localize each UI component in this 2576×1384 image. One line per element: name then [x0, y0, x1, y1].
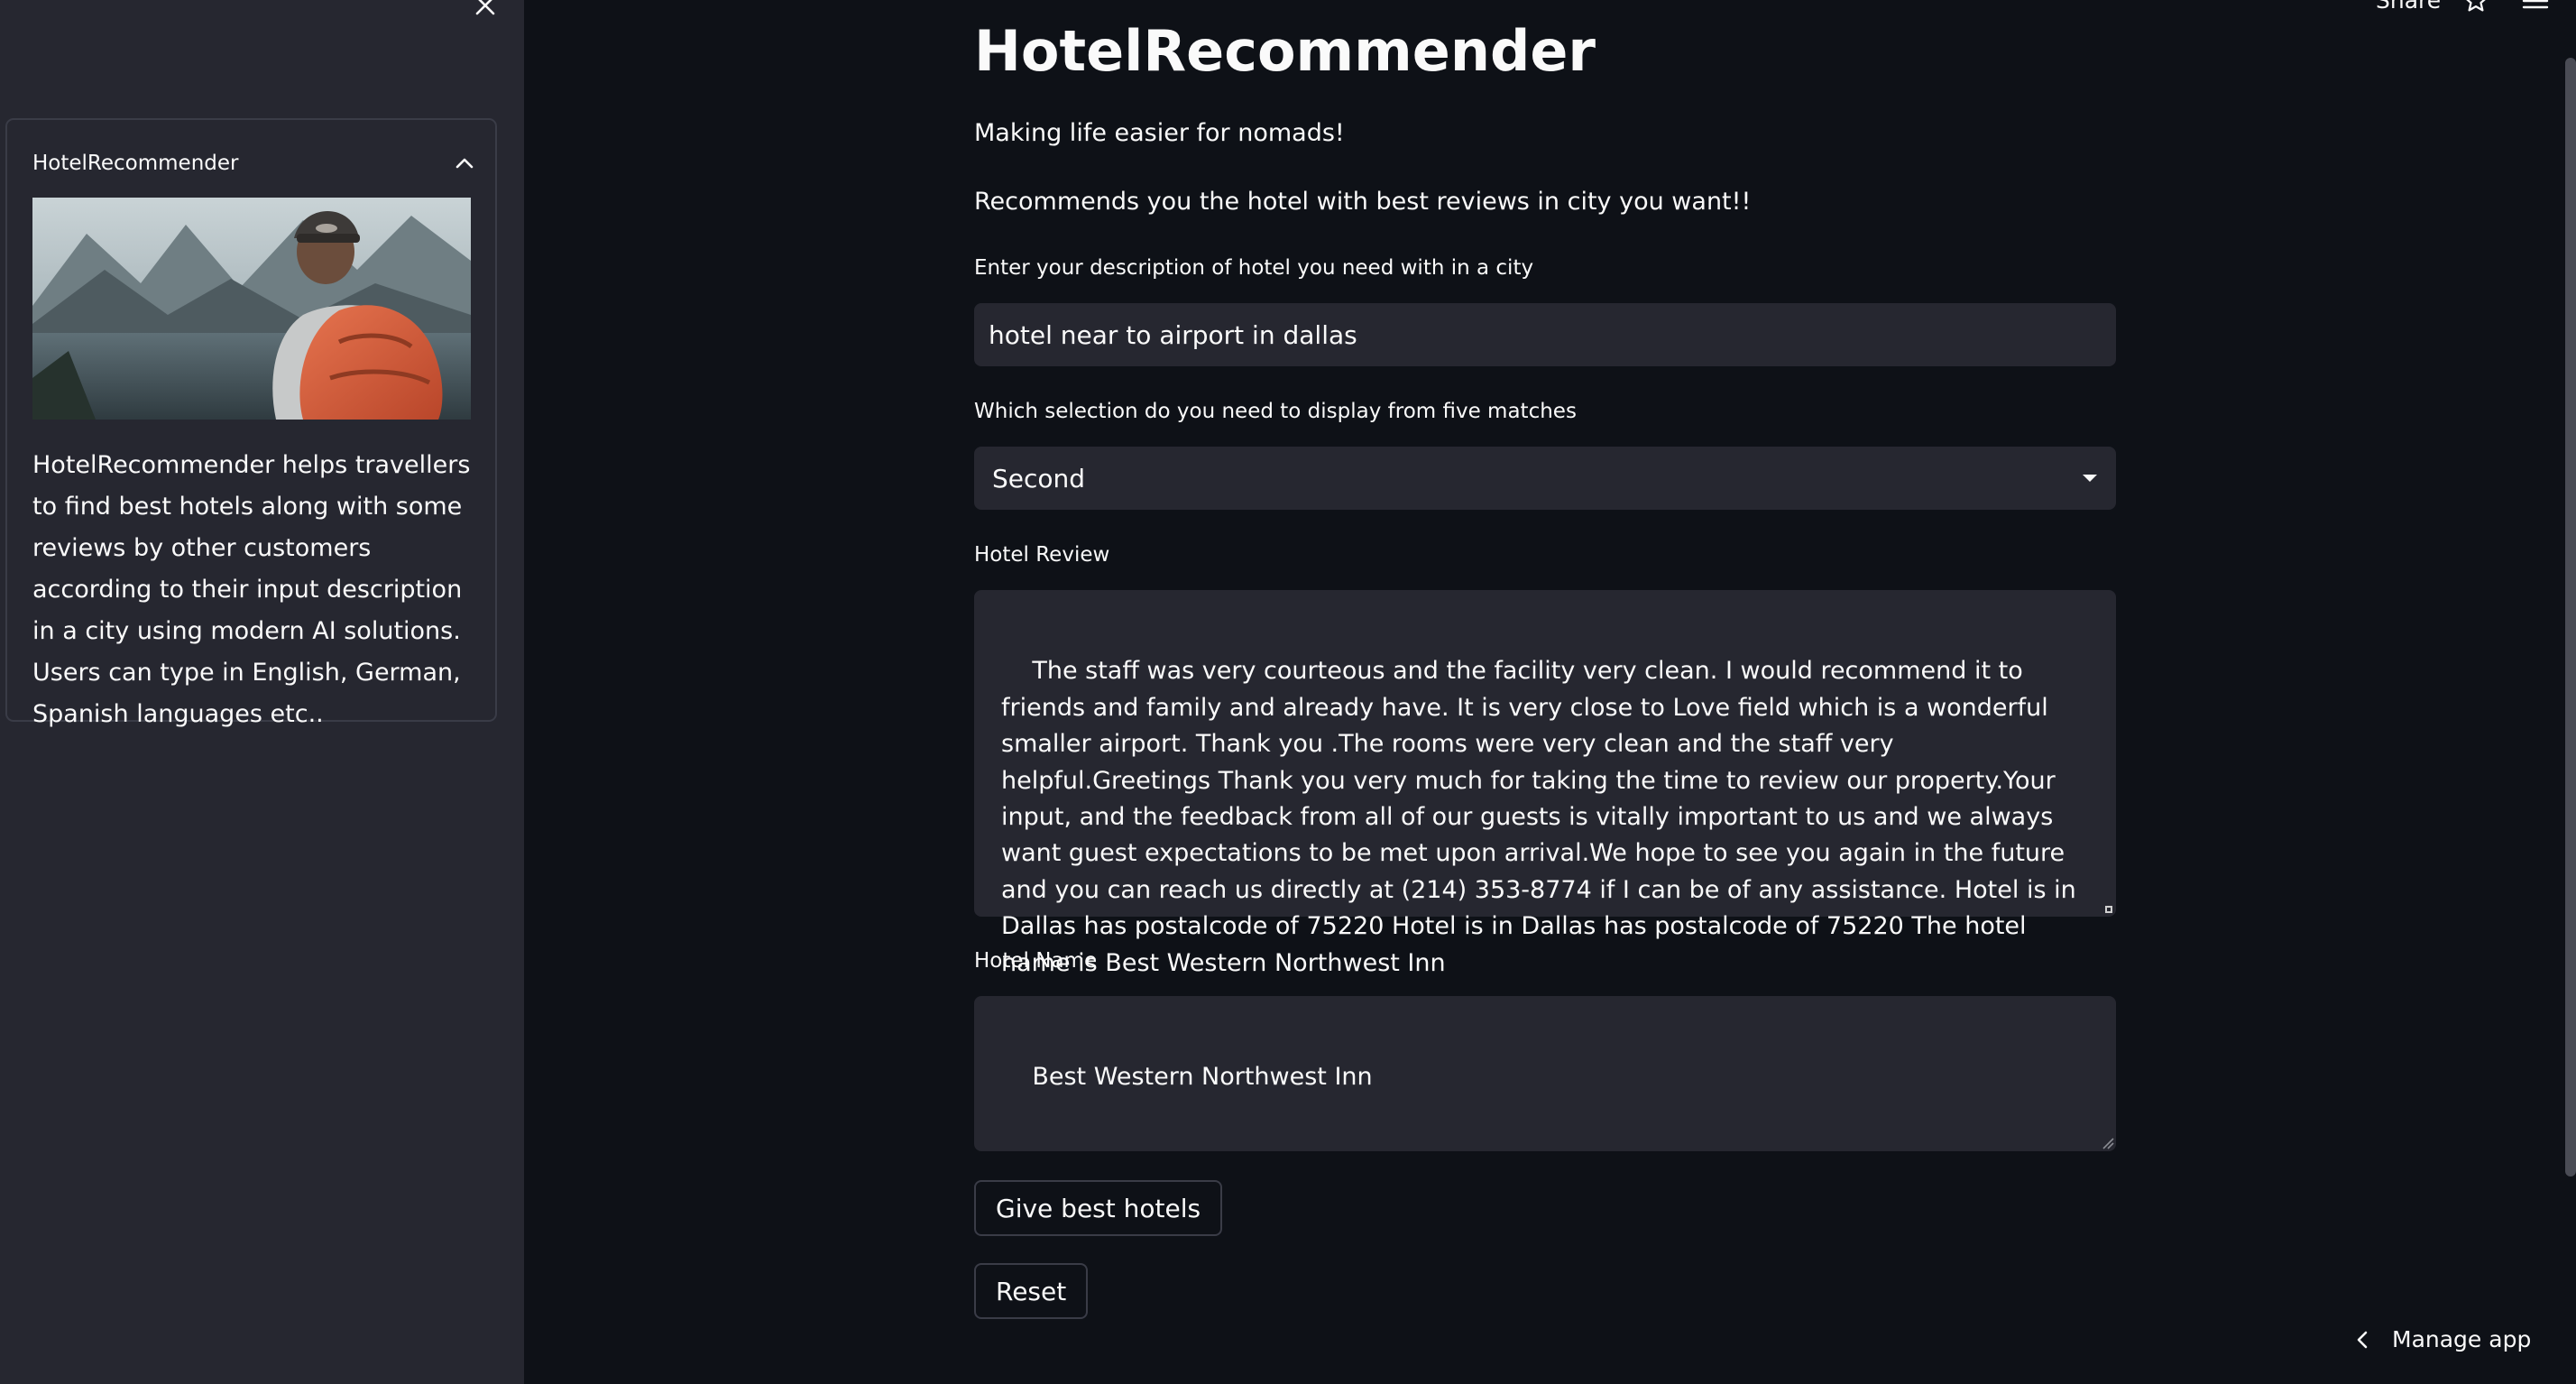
chevron-up-icon[interactable] [455, 157, 474, 170]
selection-dropdown[interactable]: Second [974, 447, 2116, 510]
page-title: HotelRecommender [974, 18, 1596, 84]
hamburger-menu-icon[interactable] [2522, 0, 2549, 18]
resize-handle-icon[interactable] [2102, 1137, 2114, 1149]
description-input[interactable]: hotel near to airport in dallas [974, 303, 2116, 366]
description-input-value: hotel near to airport in dallas [989, 319, 1357, 350]
review-textarea[interactable]: The staff was very courteous and the fac… [974, 590, 2116, 977]
traveller-photo [32, 198, 471, 420]
sidebar: HotelRecommender HotelRecommender helps … [0, 0, 524, 1384]
about-expander: HotelRecommender HotelRecommender helps … [5, 118, 497, 728]
manage-app-label: Manage app [2392, 1326, 2532, 1352]
give-best-hotels-button[interactable]: Give best hotels [974, 1180, 1223, 1236]
caret-down-icon [2083, 475, 2097, 482]
scrollbar[interactable] [2565, 58, 2576, 1176]
selection-value: Second [992, 463, 1086, 494]
close-icon [475, 0, 495, 15]
hotel-name-textarea[interactable]: Best Western Northwest Inn [974, 996, 2116, 1151]
tagline-text: Recommends you the hotel with best revie… [974, 188, 1752, 216]
expander-title: HotelRecommender [32, 152, 239, 175]
expander-header[interactable]: HotelRecommender [32, 145, 474, 181]
reset-label: Reset [996, 1276, 1067, 1306]
close-sidebar-button[interactable] [471, 0, 500, 20]
hotel-name-label: Hotel Name [974, 949, 1098, 973]
share-button[interactable]: Share [2376, 0, 2441, 14]
reset-button[interactable]: Reset [974, 1263, 1089, 1319]
review-label: Hotel Review [974, 543, 1110, 567]
chevron-left-icon [2357, 1331, 2368, 1348]
resize-handle-icon[interactable] [2103, 904, 2114, 915]
give-best-hotels-label: Give best hotels [996, 1193, 1201, 1223]
expander-description: HotelRecommender helps travellers to fin… [32, 451, 471, 728]
manage-app-button[interactable]: Manage app [2356, 1326, 2531, 1352]
star-icon[interactable] [2462, 0, 2489, 18]
review-text: The staff was very courteous and the fac… [1001, 657, 2084, 977]
description-label: Enter your description of hotel you need… [974, 256, 1534, 280]
subtitle-text: Making life easier for nomads! [974, 119, 1345, 147]
hotel-name-text: Best Western Northwest Inn [1032, 1063, 1373, 1092]
selection-label: Which selection do you need to display f… [974, 400, 1577, 423]
